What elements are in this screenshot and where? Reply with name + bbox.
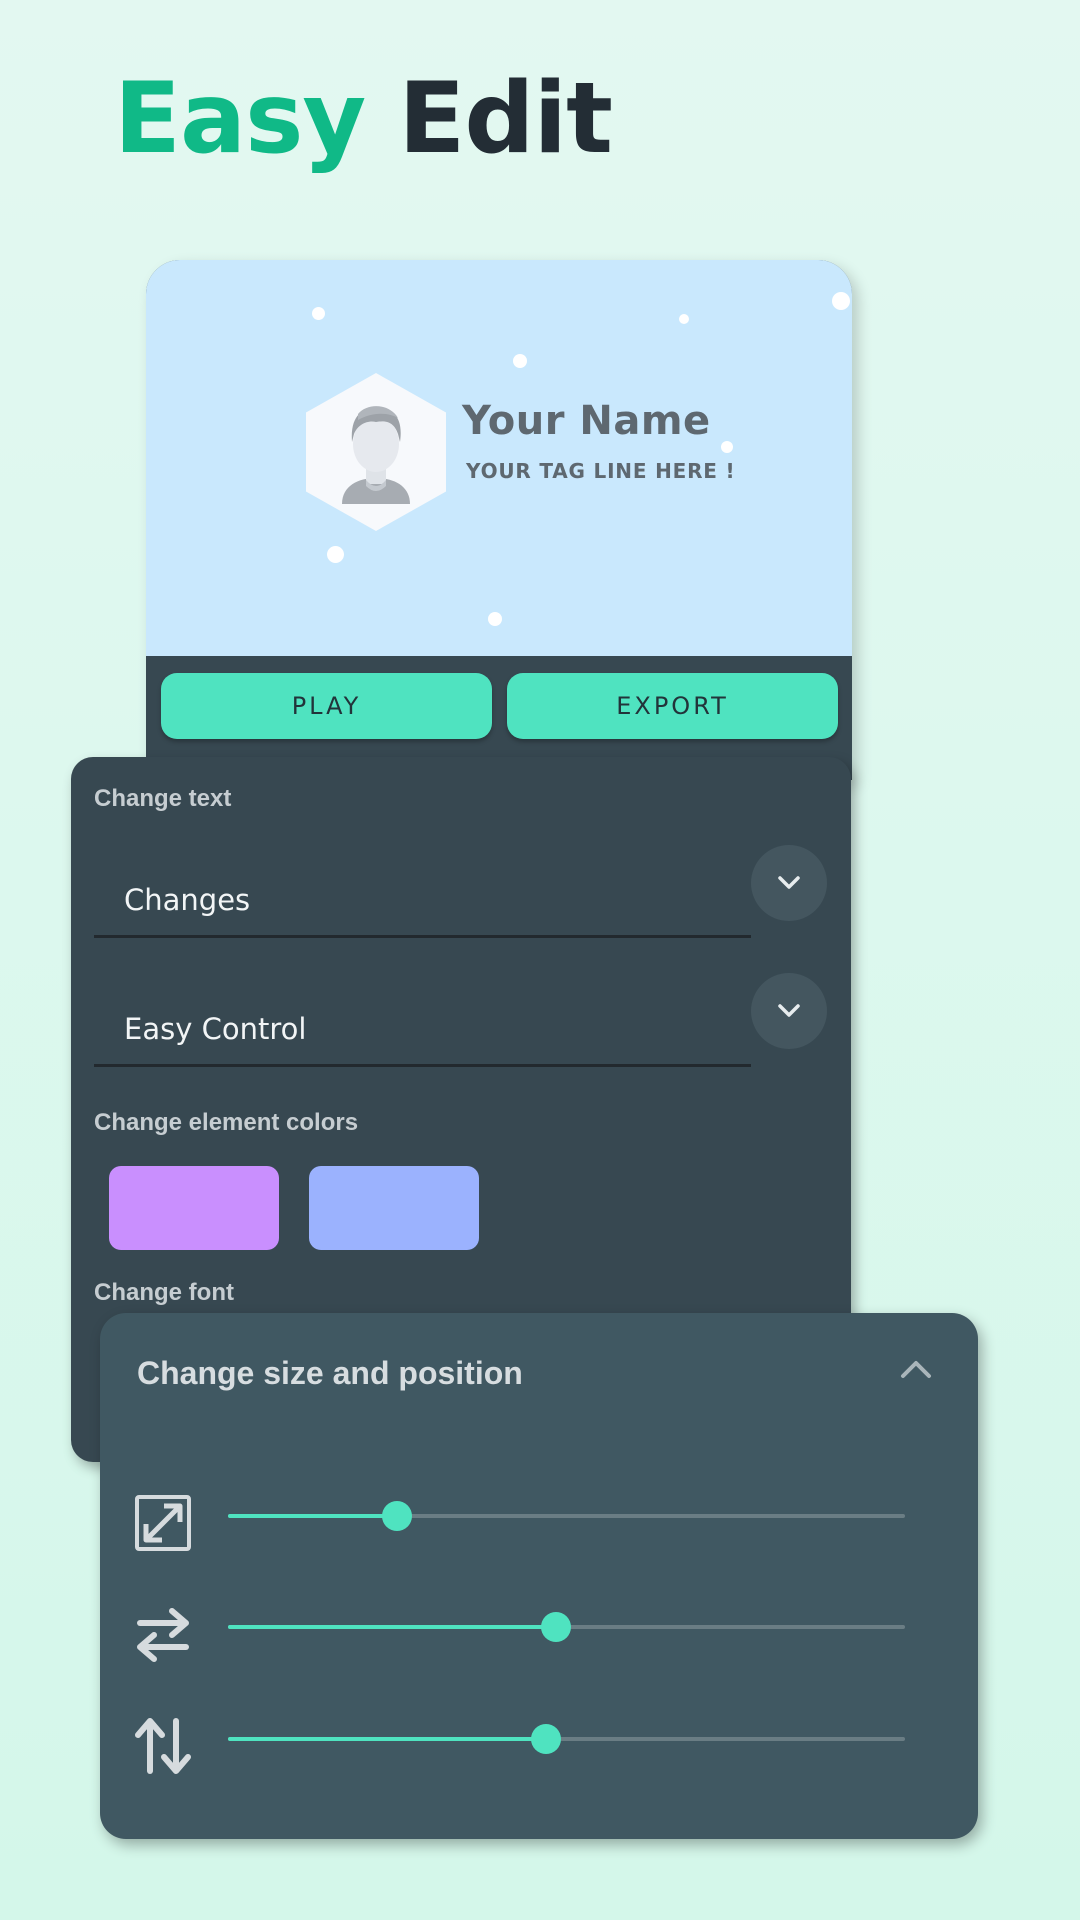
chevron-down-icon <box>778 876 800 889</box>
chevron-down-icon <box>778 1004 800 1017</box>
text-field-1-dropdown[interactable] <box>751 845 827 921</box>
preview-card: Your Name YOUR TAG LINE HERE ! PLAY EXPO… <box>146 260 852 780</box>
vertical-slider-thumb[interactable] <box>531 1724 562 1754</box>
headline-accent: Easy <box>114 62 366 176</box>
change-colors-label: Change element colors <box>94 1109 359 1136</box>
confetti-dot <box>721 441 733 453</box>
text-field-1[interactable]: Changes <box>94 855 751 938</box>
change-text-label: Change text <box>94 785 232 812</box>
confetti-dot <box>488 612 502 626</box>
size-position-panel: Change size and position <box>100 1313 978 1839</box>
video-preview[interactable]: Your Name YOUR TAG LINE HERE ! <box>146 260 852 656</box>
text-field-2-value: Easy Control <box>124 1012 307 1046</box>
confetti-dot <box>832 292 850 310</box>
confetti-dot <box>513 354 527 368</box>
horizontal-position-slider[interactable] <box>228 1612 905 1642</box>
headline-rest: Edit <box>398 62 613 176</box>
size-slider-fill <box>228 1514 398 1518</box>
vertical-slider-fill <box>228 1737 547 1741</box>
size-slider[interactable] <box>228 1501 905 1531</box>
color-swatch-blue[interactable] <box>309 1166 479 1250</box>
play-button[interactable]: PLAY <box>161 673 492 739</box>
color-swatch-purple[interactable] <box>109 1166 279 1250</box>
chevron-up-icon[interactable] <box>900 1358 932 1380</box>
size-panel-title: Change size and position <box>137 1355 523 1391</box>
confetti-dot <box>312 307 325 320</box>
confetti-dot <box>327 546 344 563</box>
export-button[interactable]: EXPORT <box>507 673 838 739</box>
size-slider-thumb[interactable] <box>382 1501 413 1531</box>
text-field-2-dropdown[interactable] <box>751 973 827 1049</box>
confetti-dot <box>679 314 689 324</box>
preview-name: Your Name <box>462 398 711 444</box>
vertical-swap-icon <box>135 1718 191 1774</box>
preview-tagline: YOUR TAG LINE HERE ! <box>466 459 736 483</box>
resize-icon <box>135 1495 191 1551</box>
text-field-1-value: Changes <box>124 883 251 917</box>
avatar-icon <box>342 406 410 504</box>
horizontal-slider-fill <box>228 1625 557 1629</box>
horizontal-swap-icon <box>137 1608 189 1662</box>
change-font-label: Change font <box>94 1279 234 1306</box>
horizontal-slider-thumb[interactable] <box>541 1612 572 1642</box>
headline: Easy Edit <box>114 58 613 181</box>
text-field-2[interactable]: Easy Control <box>94 984 751 1067</box>
vertical-position-slider[interactable] <box>228 1724 905 1754</box>
